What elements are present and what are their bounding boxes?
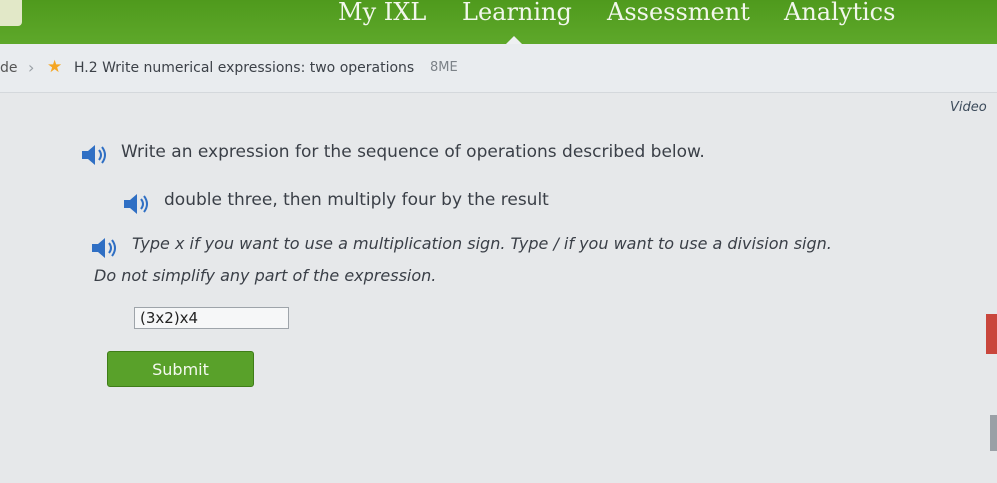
star-icon: ★ <box>47 57 63 77</box>
answer-input[interactable]: (3x2)x4 <box>134 307 289 329</box>
nav-analytics[interactable]: Analytics <box>784 0 895 28</box>
question-prompt: Write an expression for the sequence of … <box>121 142 705 162</box>
speaker-icon[interactable] <box>122 192 152 216</box>
speaker-icon[interactable] <box>80 143 110 167</box>
breadcrumb: de › ★ H.2 Write numerical expressions: … <box>0 44 997 93</box>
ixl-logo[interactable] <box>0 0 22 26</box>
side-tab[interactable] <box>986 314 997 354</box>
speaker-icon[interactable] <box>90 236 120 260</box>
nav-learning[interactable]: Learning <box>462 0 572 28</box>
nav-my-ixl[interactable]: My IXL <box>338 0 426 28</box>
skill-code: 8ME <box>430 60 458 75</box>
video-link[interactable]: Video <box>950 100 987 115</box>
skill-title: H.2 Write numerical expressions: two ope… <box>74 60 415 76</box>
nav-assessment[interactable]: Assessment <box>607 0 750 28</box>
submit-button[interactable]: Submit <box>107 351 254 387</box>
question-description: double three, then multiply four by the … <box>164 190 549 210</box>
instruction-line-2: Do not simplify any part of the expressi… <box>94 266 437 285</box>
side-tab-secondary[interactable] <box>990 415 997 451</box>
top-nav: My IXL Learning Assessment Analytics <box>0 0 997 45</box>
breadcrumb-grade[interactable]: de <box>0 60 18 76</box>
instruction-line-1: Type x if you want to use a multiplicati… <box>132 234 832 253</box>
chevron-right-icon: › <box>28 58 35 77</box>
